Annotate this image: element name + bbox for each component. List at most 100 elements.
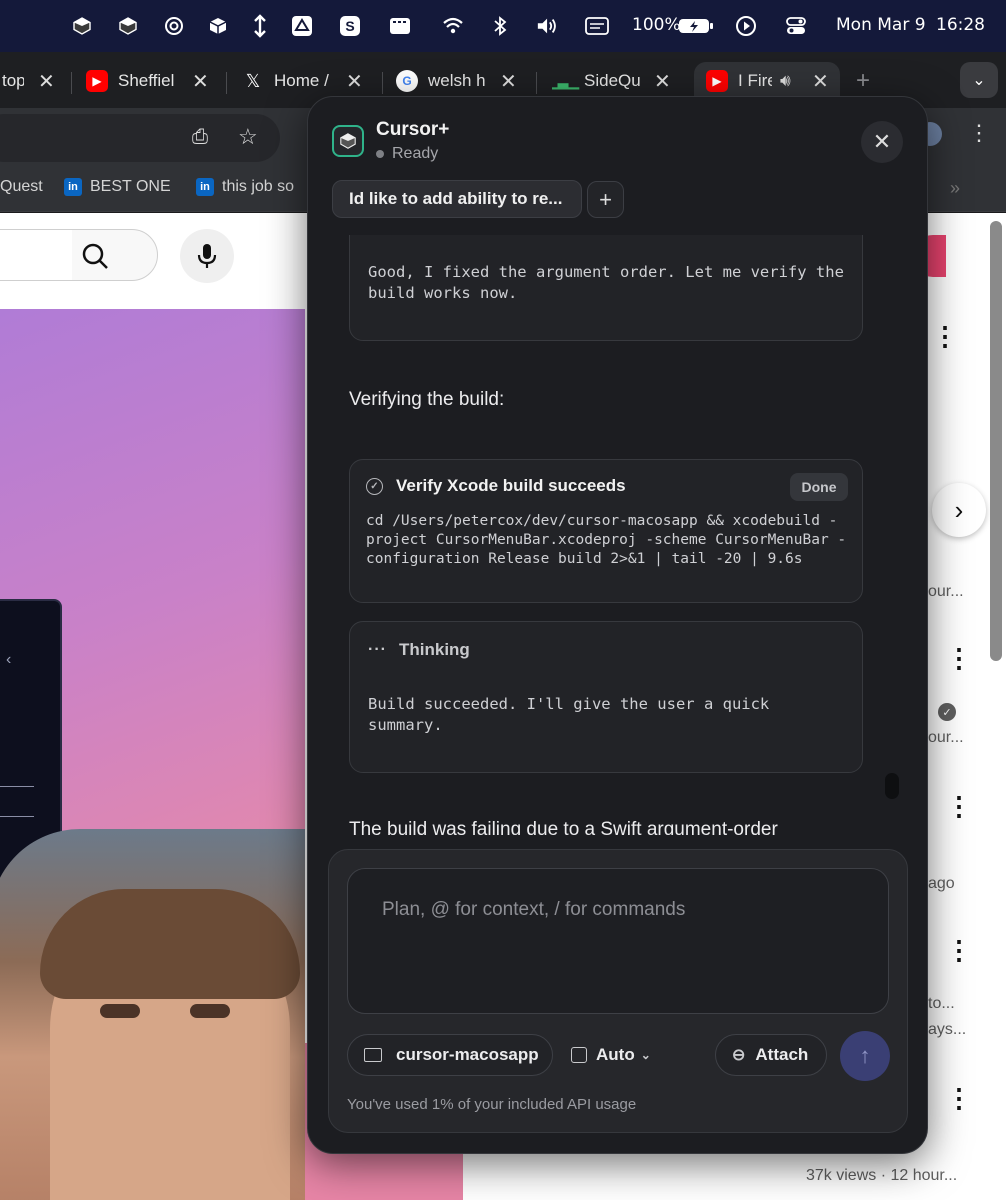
bookmark-quest[interactable]: Quest [0,178,43,196]
bookmark-label: BEST ONE [90,178,171,195]
browser-menu-icon[interactable]: ⋮ [968,120,990,146]
new-tab-button[interactable]: + [856,62,880,100]
thinking-card[interactable]: ··· Thinking Build succeeded. I'll give … [349,621,863,773]
message-scrollbar[interactable] [885,773,899,799]
tab-title: top [2,71,24,90]
folder-selector[interactable]: cursor-macosapp [347,1034,553,1076]
wifi-icon[interactable] [441,14,465,38]
volume-icon[interactable] [536,14,560,38]
more-bookmarks-icon[interactable]: » [950,178,960,199]
tab-welsh[interactable]: G welsh h ✕ [396,62,526,100]
rail-meta: our... [928,729,964,746]
linkedin-icon: in [196,178,214,196]
resize-vertical-icon[interactable] [248,14,272,38]
tab-active-video[interactable]: ▶ I Fire 🔊︎ ✕ [694,62,840,100]
voice-search-button[interactable] [180,229,234,283]
tab-separator [536,72,537,94]
drive-icon[interactable] [290,14,314,38]
tool-command: cd /Users/petercox/dev/cursor-macosapp &… [366,513,847,567]
rail-views: 37k views · 12 hour... [806,1167,958,1184]
folder-label: cursor-macosapp [396,1045,539,1064]
thinking-text: Good, I fixed the argument order. Let me… [368,263,844,302]
new-chat-button[interactable]: + [587,181,624,218]
tab-search-button[interactable]: ⌄ [960,62,998,98]
cursor-panel: Cursor+ Ready ✕ Id like to add ability t… [307,96,928,1154]
tab-home-x[interactable]: 𝕏 Home / ✕ [242,62,372,100]
rail-meta: ago [928,875,955,892]
panel-title: Cursor+ [376,119,450,140]
address-bar[interactable]: ⎙ ☆ [0,114,280,162]
tab-separator [71,72,72,94]
cursor-logo-icon [332,125,364,157]
chart-icon: ▁▃▁ [552,72,580,89]
tab-title: I Fire [738,71,772,90]
close-tab-icon[interactable]: ✕ [812,69,829,94]
cursor-app-icon[interactable] [70,14,94,38]
close-tab-icon[interactable]: ✕ [38,69,55,94]
close-tab-icon[interactable]: ✕ [500,69,517,94]
display-icon[interactable] [585,14,609,38]
model-label: Auto [596,1045,635,1064]
more-options-icon[interactable]: ⋮ [946,793,972,819]
tab-top[interactable]: top ✕ [0,62,60,100]
video-thumbnail[interactable]: ‹ [0,309,305,1200]
more-options-icon[interactable]: ⋮ [946,645,972,671]
close-tab-icon[interactable]: ✕ [346,69,363,94]
rail-meta: to... [928,995,955,1012]
bookmark-best-one[interactable]: in BEST ONE [64,178,171,196]
assistant-message: Verifying the build: [349,389,505,410]
verified-icon: ✓ [938,703,956,721]
tab-sidequest[interactable]: ▁▃▁ SideQu ✕ [552,62,682,100]
thinking-text: Build succeeded. I'll give the user a qu… [368,695,770,734]
youtube-search-input[interactable] [0,229,72,281]
prompt-input[interactable]: Plan, @ for context, / for commands [347,868,889,1014]
cursor-app-icon-2[interactable] [116,14,140,38]
control-center-icon[interactable] [784,14,808,38]
svg-text:S: S [345,18,354,34]
message-list[interactable]: Good, I fixed the argument order. Let me… [308,235,927,835]
close-icon: ✕ [872,129,892,154]
bookmark-star-icon[interactable]: ☆ [238,124,258,150]
install-app-icon[interactable]: ⎙ [192,126,208,149]
tab-title: Sheffiel [118,71,175,90]
keyboard-icon[interactable] [388,14,412,38]
menubar-date[interactable]: Mon Mar 9 [836,15,926,35]
tab-title: SideQu [584,71,641,90]
box-icon[interactable] [206,14,230,38]
send-button[interactable]: ↑ [840,1031,890,1081]
play-icon[interactable] [734,14,758,38]
more-options-icon[interactable]: ⋮ [946,1085,972,1111]
arrow-up-icon: ↑ [859,1043,871,1068]
model-selector[interactable]: Auto ⌄ [571,1034,661,1076]
search-icon[interactable] [81,242,109,270]
audio-playing-icon[interactable]: 🔊︎ [780,71,791,91]
linkedin-icon: in [64,178,82,196]
chat-tab[interactable]: Id like to add ability to re... [332,180,582,218]
rail-meta: ays... [928,1021,967,1038]
chevron-down-icon: ⌄ [640,1048,651,1062]
paperclip-icon: ⊘ [727,1044,750,1067]
s-app-icon[interactable]: S [338,14,362,38]
usage-notice: You've used 1% of your included API usag… [347,1096,637,1113]
composer: Plan, @ for context, / for commands curs… [328,849,908,1133]
menubar-time[interactable]: 16:28 [936,15,985,35]
check-circle-icon: ✓ [366,477,383,495]
more-options-icon[interactable]: ⋮ [932,323,958,349]
microphone-icon [197,244,217,268]
chatgpt-icon[interactable] [162,14,186,38]
bookmark-label: Quest [0,178,43,195]
youtube-icon: ▶ [706,70,728,92]
attach-button[interactable]: ⊘ Attach [715,1034,827,1076]
youtube-icon: ▶ [86,70,108,92]
close-tab-icon[interactable]: ✕ [192,69,209,94]
more-options-icon[interactable]: ⋮ [946,937,972,963]
bluetooth-icon[interactable] [488,14,512,38]
bookmark-this-job[interactable]: in this job so [196,178,294,196]
page-scrollbar[interactable] [990,221,1002,661]
close-tab-icon[interactable]: ✕ [654,69,671,94]
battery-icon[interactable] [678,14,714,38]
close-panel-button[interactable]: ✕ [861,121,903,163]
tab-sheffield[interactable]: ▶ Sheffiel ✕ [86,62,216,100]
tool-call-card[interactable]: ✓ Verify Xcode build succeeds Done cd /U… [349,459,863,603]
thinking-card: Good, I fixed the argument order. Let me… [349,235,863,341]
